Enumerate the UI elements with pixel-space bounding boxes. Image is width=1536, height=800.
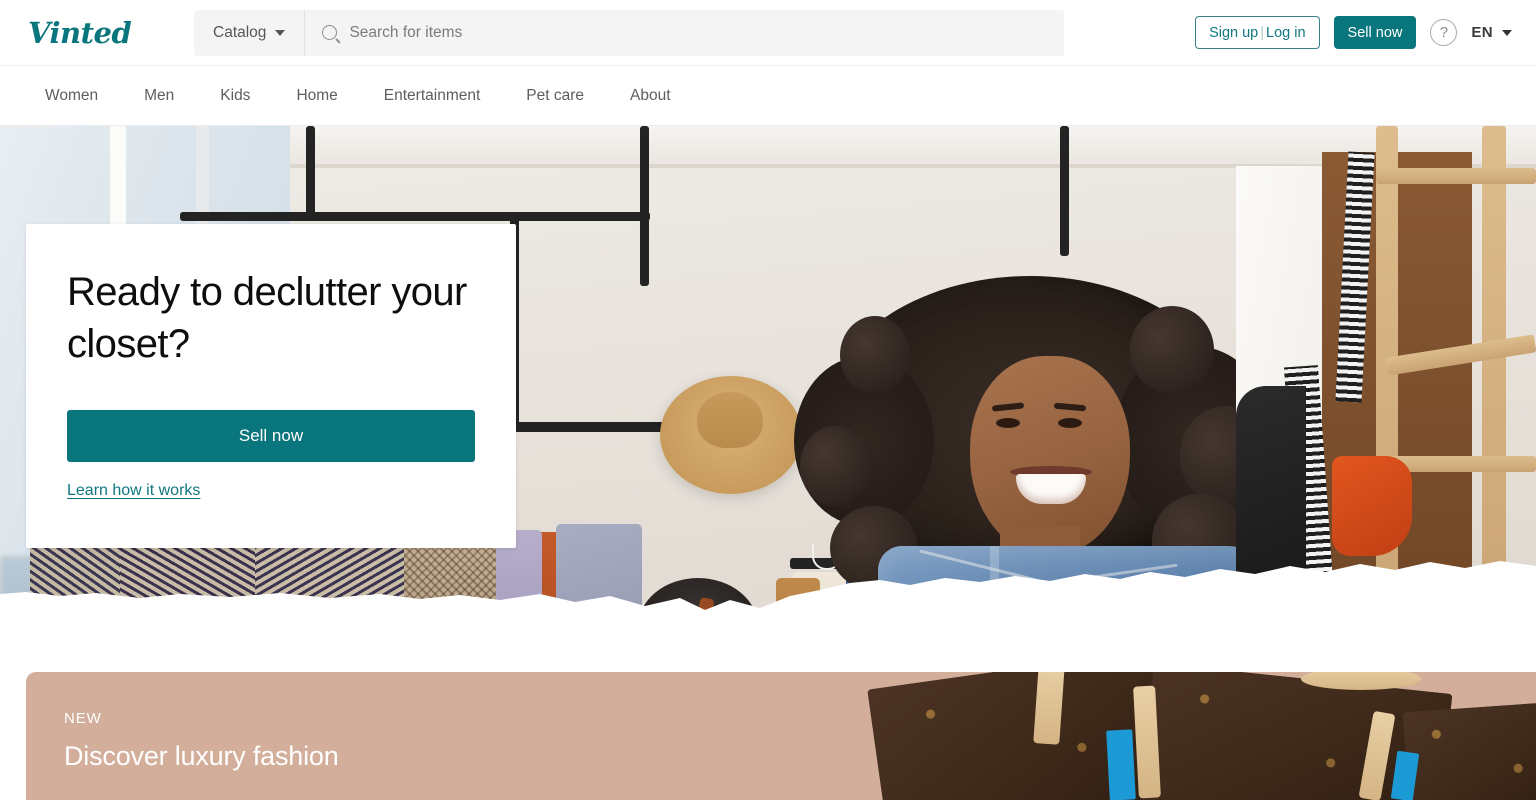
jacket-seam [919, 549, 1037, 582]
vinted-logo[interactable]: Vinted [28, 16, 178, 50]
luxury-bags-image [846, 672, 1536, 800]
pipe-rail [640, 126, 649, 286]
eye [996, 418, 1020, 428]
black-fabric [1236, 386, 1306, 656]
hanging-garment [496, 530, 542, 656]
chevron-down-icon [1502, 29, 1512, 36]
straw-hat [660, 376, 802, 494]
hair-curl [1130, 306, 1214, 394]
hair-curl [840, 316, 910, 394]
denim-jacket [878, 546, 1268, 656]
help-icon[interactable]: ? [1430, 19, 1458, 46]
nav-item-pet-care[interactable]: Pet care [509, 79, 601, 113]
banner-eyebrow: NEW [64, 710, 102, 727]
eye [1058, 418, 1082, 428]
purple-jacket-sleeve [640, 646, 696, 656]
person-photo-subject [794, 276, 1274, 656]
login-label: Log in [1266, 24, 1306, 41]
auth-separator: | [1260, 24, 1265, 41]
chevron-down-icon [275, 29, 286, 36]
category-nav: Women Men Kids Home Entertainment Pet ca… [0, 66, 1536, 126]
monogram-handbag [1402, 699, 1536, 800]
pipe-rail [306, 126, 315, 218]
nav-item-kids[interactable]: Kids [203, 79, 267, 113]
nav-item-about[interactable]: About [613, 79, 688, 113]
eyebrow [991, 402, 1025, 412]
nav-item-men[interactable]: Men [127, 79, 191, 113]
nav-item-entertainment[interactable]: Entertainment [367, 79, 498, 113]
blue-accent [1106, 729, 1136, 800]
signup-label: Sign up [1209, 24, 1259, 41]
smile-teeth [1016, 474, 1086, 504]
search-input-area [305, 23, 1064, 42]
search-bar: Catalog [194, 9, 1064, 56]
banner-title: Discover luxury fashion [64, 741, 339, 771]
hero-section: Ready to declutter your closet? Sell now… [0, 126, 1536, 656]
shelf-post [1482, 126, 1506, 656]
banner-text: NEW Discover luxury fashion [64, 710, 339, 772]
hero-title: Ready to declutter your closet? [67, 270, 467, 367]
eyebrow [1053, 402, 1087, 412]
signup-login-button[interactable]: Sign up | Log in [1195, 16, 1320, 49]
shelf-board [1376, 582, 1536, 598]
orange-bag [1332, 456, 1412, 556]
search-icon [322, 25, 338, 40]
shelf-board [1376, 168, 1536, 184]
pipe-rail [180, 212, 650, 221]
shelf-unit [1236, 126, 1536, 656]
shelf-post [1376, 126, 1398, 656]
language-selector[interactable]: EN [1471, 24, 1512, 41]
catalog-dropdown[interactable]: Catalog [194, 9, 306, 56]
site-header: Vinted Catalog Sign up|Log in Sell now ?… [0, 0, 1536, 66]
nav-item-women[interactable]: Women [28, 79, 115, 113]
hanging-garment [556, 524, 642, 656]
pipe-rail [1060, 126, 1069, 256]
hair-curl [800, 426, 870, 506]
hat-crown [697, 392, 763, 448]
header-sell-now-button[interactable]: Sell now [1333, 16, 1417, 49]
hero-sell-now-button[interactable]: Sell now [67, 409, 475, 462]
luxury-fashion-banner[interactable]: NEW Discover luxury fashion [26, 672, 1536, 800]
header-actions: Sign up | Log in Sell now ? EN [1195, 16, 1536, 49]
catalog-dropdown-label: Catalog [213, 23, 267, 41]
language-code: EN [1471, 24, 1493, 41]
search-input[interactable] [349, 23, 1047, 42]
learn-how-it-works-link[interactable]: Learn how it works [67, 482, 200, 500]
jacket-seam [1058, 563, 1178, 584]
hero-cta-card: Ready to declutter your closet? Sell now… [26, 224, 516, 548]
nav-item-home[interactable]: Home [279, 79, 354, 113]
